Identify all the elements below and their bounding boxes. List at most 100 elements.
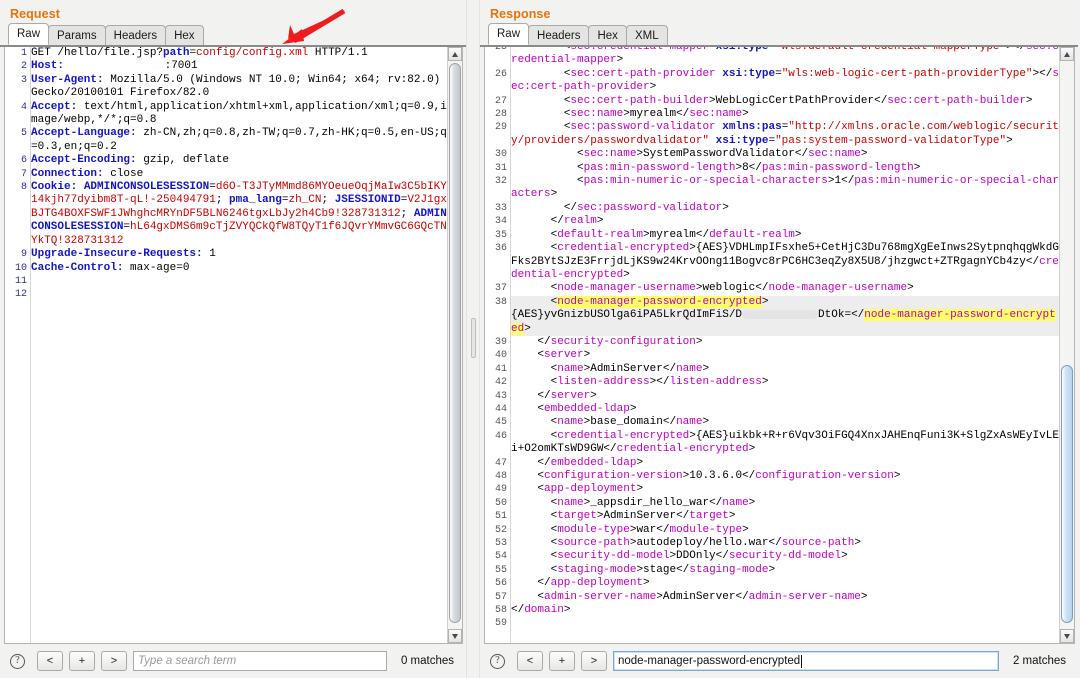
- code-line: <name>base_domain</name>: [511, 416, 1059, 429]
- code-token: "wls:web-logic-cert-path-providerType": [781, 67, 1033, 80]
- code-token: Accept-Encoding:: [31, 154, 144, 167]
- code-token: close: [110, 167, 144, 180]
- request-tab-hex[interactable]: Hex: [165, 25, 204, 45]
- code-token: app-deployment: [544, 483, 637, 496]
- request-tab-raw[interactable]: Raw: [8, 23, 50, 45]
- response-scroll-down-button[interactable]: [1060, 629, 1074, 643]
- code-token: <: [511, 563, 558, 576]
- code-token: </: [695, 228, 710, 241]
- line-number: 44: [494, 403, 507, 415]
- code-token: sec:name: [808, 148, 861, 161]
- request-code-viewer[interactable]: 1 2 3 4 5 6 7 8 9 10 11 12 GET /hello/file.jsp?path…: [4, 47, 463, 644]
- code-token: name: [557, 496, 584, 509]
- response-search-input[interactable]: node-manager-password-encrypted: [613, 651, 999, 671]
- help-icon[interactable]: ?: [490, 653, 505, 669]
- code-token: <: [511, 496, 558, 509]
- code-token: <: [511, 483, 545, 496]
- request-search-add-button[interactable]: +: [69, 651, 95, 671]
- code-line: ​: [31, 288, 447, 301]
- code-line: <node-manager-password-encrypted> {AES}yv…: [511, 295, 1059, 336]
- request-line-gutter: 1 2 3 4 5 6 7 8 9 10 11 12: [5, 47, 31, 643]
- code-token: sec:name: [570, 108, 624, 121]
- help-icon[interactable]: ?: [10, 653, 25, 669]
- code-token: credential-encrypted: [557, 429, 690, 442]
- response-code-area[interactable]: <sec:credential-mapper xsi:type="wls:def…: [511, 47, 1059, 643]
- code-token: sec:password-validator: [577, 201, 723, 214]
- response-tab-raw[interactable]: Raw: [488, 23, 530, 45]
- code-token: domain: [524, 604, 564, 617]
- request-search-prev-button[interactable]: <: [37, 651, 63, 671]
- request-search-input[interactable]: Type a search term: [133, 651, 387, 671]
- code-token: Accept:: [31, 100, 84, 113]
- code-token: >: [794, 228, 802, 241]
- response-search-add-button[interactable]: +: [549, 651, 575, 671]
- code-token: server: [550, 389, 591, 402]
- line-number: 42: [494, 377, 507, 389]
- code-token: staging-mode: [557, 563, 637, 576]
- code-line: <app-deployment>: [511, 483, 1059, 496]
- request-scroll-down-button[interactable]: [448, 629, 462, 643]
- response-search-next-button[interactable]: >: [581, 651, 607, 671]
- code-token: </: [511, 201, 578, 214]
- code-token: weblogic: [702, 282, 756, 295]
- code-token: <: [511, 121, 571, 134]
- line-number: 4: [20, 101, 27, 113]
- code-token: </: [676, 563, 690, 576]
- tab-label: Headers: [537, 30, 581, 42]
- line-number: 47: [494, 457, 507, 469]
- code-token: </: [511, 215, 564, 228]
- request-scroll-thumb[interactable]: [449, 63, 461, 623]
- request-tab-params[interactable]: Params: [48, 25, 106, 45]
- code-token: >: [643, 228, 650, 241]
- code-token: <: [511, 510, 558, 523]
- response-tab-hex[interactable]: Hex: [588, 25, 627, 45]
- code-token: Host:: [31, 60, 71, 73]
- request-tab-headers[interactable]: Headers: [104, 25, 167, 45]
- code-token: listen-address: [669, 376, 762, 389]
- request-search-next-button[interactable]: >: [101, 651, 127, 671]
- response-tab-headers[interactable]: Headers: [528, 25, 590, 45]
- divider-grip[interactable]: [471, 318, 476, 358]
- code-line: Host: :7001: [31, 60, 447, 73]
- response-tab-xml[interactable]: XML: [625, 25, 668, 45]
- response-scroll-thumb[interactable]: [1061, 365, 1073, 623]
- response-vertical-scrollbar[interactable]: [1059, 47, 1074, 643]
- line-number: 5: [20, 128, 27, 140]
- code-line: <server>: [511, 349, 1059, 362]
- request-scroll-up-button[interactable]: [448, 47, 462, 61]
- code-token: default-realm: [557, 228, 644, 241]
- line-number: 6: [20, 155, 27, 167]
- response-search-prev-button[interactable]: <: [517, 651, 543, 671]
- code-token: </: [511, 456, 551, 469]
- request-vertical-scrollbar[interactable]: [447, 47, 462, 643]
- line-number: 48: [494, 471, 507, 482]
- code-token: 1: [209, 248, 216, 261]
- code-token: >: [629, 402, 637, 415]
- code-token: </: [794, 148, 809, 161]
- code-token: realm: [563, 215, 597, 228]
- line-number: 54: [494, 551, 507, 563]
- code-token: node-manager-username: [768, 282, 908, 295]
- code-token: >: [768, 563, 776, 576]
- panel-divider[interactable]: [466, 0, 480, 678]
- line-number: 30: [494, 149, 507, 161]
- code-token: <: [511, 47, 571, 53]
- code-line: <sec:password-validator xmlns:pas="http:…: [511, 121, 1059, 148]
- code-token: source-path: [557, 537, 630, 550]
- response-code-viewer[interactable]: 25 26 27 28 29 30 31 32 33 34 35 36 37 38 39 40 41 42 43 44…: [484, 47, 1075, 644]
- request-code-area[interactable]: GET /hello/file.jsp?path = config/config.x…: [31, 47, 447, 643]
- code-token: pas:min-password-length: [583, 161, 736, 174]
- code-line: <pas:min-numeric-or-special-characters>1…: [511, 175, 1059, 202]
- code-token: Cache-Control:: [31, 261, 131, 274]
- code-token: </: [662, 362, 677, 375]
- tab-label: XML: [634, 30, 659, 42]
- code-token: >: [722, 201, 729, 214]
- code-token: <: [511, 67, 571, 80]
- code-token: >: [748, 443, 756, 456]
- code-token: pas:min-password-length: [761, 161, 914, 174]
- code-token: </: [603, 443, 617, 456]
- response-scroll-up-button[interactable]: [1060, 47, 1074, 61]
- code-token: security-configuration: [550, 335, 696, 348]
- code-token: </: [768, 537, 782, 550]
- code-line: ​: [31, 275, 447, 288]
